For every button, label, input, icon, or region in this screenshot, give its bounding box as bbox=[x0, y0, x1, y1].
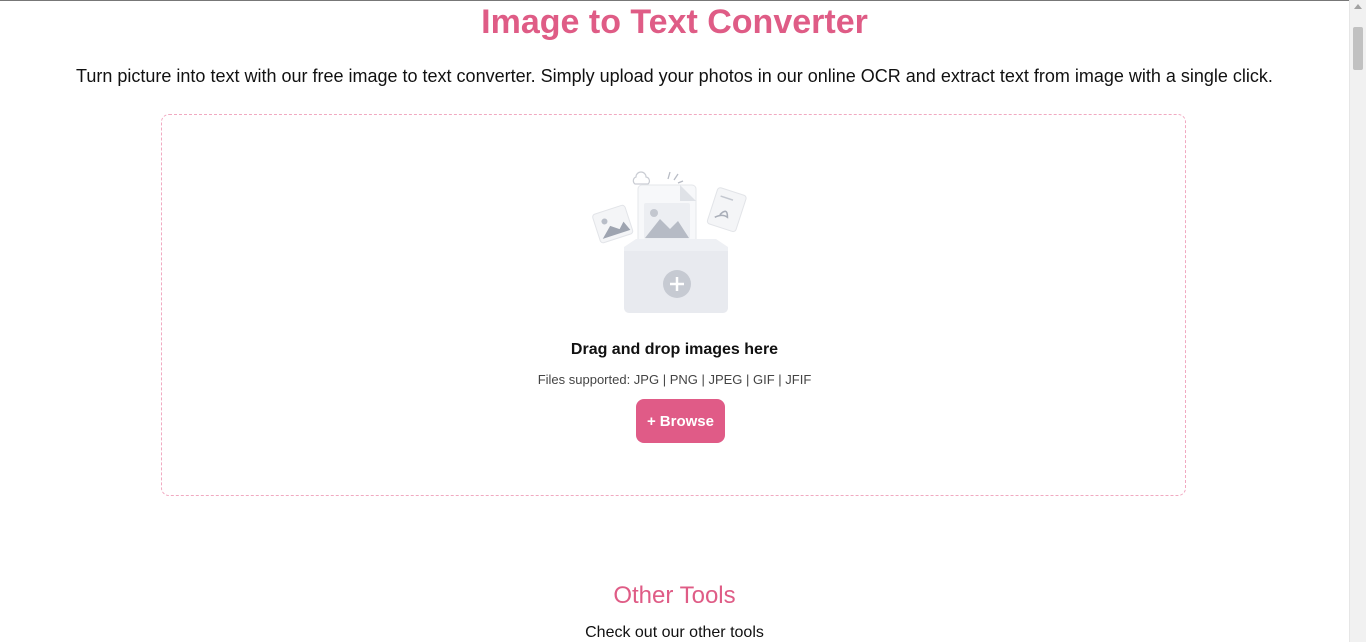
vertical-scrollbar[interactable] bbox=[1349, 0, 1366, 642]
scrollbar-thumb[interactable] bbox=[1353, 27, 1363, 70]
other-tools-title: Other Tools bbox=[613, 582, 736, 609]
page-content: Image to Text Converter Turn picture int… bbox=[0, 0, 1349, 642]
upload-illustration-icon bbox=[588, 167, 758, 317]
scroll-up-arrow-icon[interactable] bbox=[1354, 4, 1362, 9]
browse-button-label: Browse bbox=[659, 412, 714, 430]
dropzone-title: Drag and drop images here bbox=[570, 341, 779, 358]
page-title: Image to Text Converter bbox=[481, 3, 868, 41]
page-subtitle: Turn picture into text with our free ima… bbox=[76, 66, 1273, 86]
files-supported-text: Files supported: JPG | PNG | JPEG | GIF … bbox=[537, 372, 812, 387]
plus-icon: + bbox=[647, 412, 656, 430]
other-tools-subtitle: Check out our other tools bbox=[585, 624, 764, 641]
browse-button[interactable]: + Browse bbox=[636, 399, 725, 443]
